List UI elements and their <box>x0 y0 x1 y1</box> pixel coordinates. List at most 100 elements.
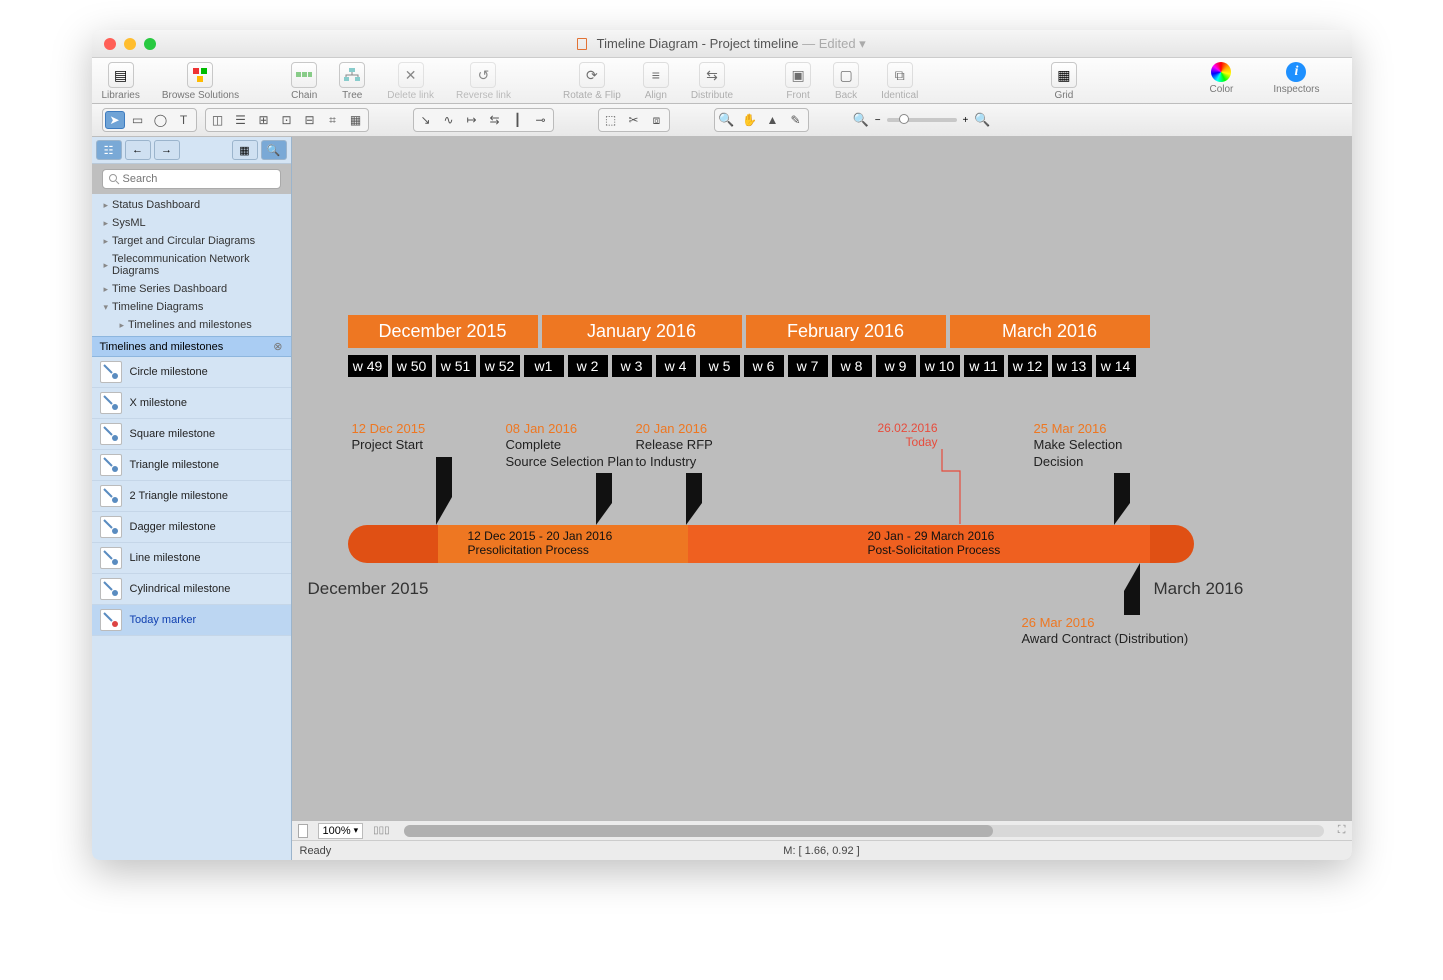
zoom-track[interactable] <box>887 118 957 122</box>
shape-tool-2[interactable]: ☰ <box>231 111 251 129</box>
pointer-tools: ➤ ▭ ◯ T <box>102 108 197 132</box>
week-1: w 50 <box>392 355 432 377</box>
shape-tool-7[interactable]: ▦ <box>346 111 366 129</box>
shape-tool-6[interactable]: ⌗ <box>323 111 343 129</box>
connector-tools: ↘ ∿ ↦ ⇆ ┃ ⊸ <box>413 108 554 132</box>
milestone-project-start: 12 Dec 2015 Project Start <box>352 421 426 454</box>
search-input[interactable] <box>102 169 281 189</box>
library-sidebar: ☷ ← → ▦ 🔍 Status Dashboard SysML Target … <box>92 137 292 860</box>
browse-solutions-button[interactable]: Browse Solutions <box>162 62 239 101</box>
shape-tool-1[interactable]: ◫ <box>208 111 228 129</box>
tree-item-sysml[interactable]: SysML <box>92 214 291 232</box>
zoom-slider[interactable]: 🔍 − + 🔍 <box>853 112 991 128</box>
week-4: w1 <box>524 355 564 377</box>
shape-tool-5[interactable]: ⊟ <box>300 111 320 129</box>
page-nav-icon[interactable] <box>298 824 308 838</box>
tab-fwd[interactable]: → <box>154 140 180 160</box>
rect-tool[interactable]: ▭ <box>128 111 148 129</box>
shape-line-milestone[interactable]: Line milestone <box>92 543 291 574</box>
week-7: w 4 <box>656 355 696 377</box>
tree-item-status-dashboard[interactable]: Status Dashboard <box>92 196 291 214</box>
tab-back[interactable]: ← <box>125 140 151 160</box>
shape-tool-3[interactable]: ⊞ <box>254 111 274 129</box>
align-button[interactable]: ≡Align <box>643 62 669 101</box>
identical-button[interactable]: ⧉Identical <box>881 62 918 101</box>
zoom-knob[interactable] <box>899 114 909 124</box>
zoom-value[interactable]: 100%▾ <box>318 823 364 839</box>
shape-icon <box>100 423 122 445</box>
reverse-link-button[interactable]: ↺Reverse link <box>456 62 511 101</box>
category-tree: Status Dashboard SysML Target and Circul… <box>92 194 291 336</box>
shape-cylindrical-milestone[interactable]: Cylindrical milestone <box>92 574 291 605</box>
milestone-complete-plan: 08 Jan 2016 Complete Source Selection Pl… <box>506 421 634 470</box>
shape-label: X milestone <box>130 397 187 409</box>
window-title: Timeline Diagram - Project timeline — Ed… <box>92 36 1352 52</box>
shape-tool-4[interactable]: ⊡ <box>277 111 297 129</box>
phase-1-label: 12 Dec 2015 - 20 Jan 2016 Presolicitatio… <box>468 529 613 558</box>
tree-item-timelines-milestones[interactable]: Timelines and milestones <box>92 316 291 334</box>
pencil-tool[interactable]: ✎ <box>786 111 806 129</box>
fit-icon[interactable]: ⛶ <box>1338 824 1346 837</box>
shape-dagger-milestone[interactable]: Dagger milestone <box>92 512 291 543</box>
tab-search[interactable]: 🔍 <box>261 140 287 160</box>
chain-button[interactable]: Chain <box>291 62 317 101</box>
back-button[interactable]: ▢Back <box>833 62 859 101</box>
stamp-tool[interactable]: ▲ <box>763 111 783 129</box>
horizontal-scrollbar[interactable] <box>404 825 1324 837</box>
tree-button[interactable]: Tree <box>339 62 365 101</box>
conn-2[interactable]: ∿ <box>439 111 459 129</box>
chain-icon <box>291 62 317 88</box>
hand-tool[interactable]: ✋ <box>740 111 760 129</box>
text-tool[interactable]: T <box>174 111 194 129</box>
shape-label: Dagger milestone <box>130 521 216 533</box>
front-button[interactable]: ▣Front <box>785 62 811 101</box>
zoom-tool[interactable]: 🔍 <box>717 111 737 129</box>
shape-2-triangle-milestone[interactable]: 2 Triangle milestone <box>92 481 291 512</box>
inspectors-button[interactable]: iInspectors <box>1273 62 1319 95</box>
distribute-button[interactable]: ⇆Distribute <box>691 62 733 101</box>
close-section-icon[interactable]: ⊗ <box>273 340 282 353</box>
grid-button[interactable]: ▦Grid <box>1051 62 1077 101</box>
ellipse-tool[interactable]: ◯ <box>151 111 171 129</box>
tree-item-target[interactable]: Target and Circular Diagrams <box>92 232 291 250</box>
shape-x-milestone[interactable]: X milestone <box>92 388 291 419</box>
zoom-in-icon[interactable]: 🔍 <box>974 112 990 128</box>
tree-item-telecom[interactable]: Telecommunication Network Diagrams <box>92 250 291 280</box>
conn-6[interactable]: ⊸ <box>531 111 551 129</box>
align-icon: ≡ <box>643 62 669 88</box>
document-icon <box>577 38 587 50</box>
sidebar-tabs: ☷ ← → ▦ 🔍 <box>92 137 291 164</box>
pointer-tool[interactable]: ➤ <box>105 111 125 129</box>
tree-item-timeline[interactable]: Timeline Diagrams <box>92 298 291 316</box>
delete-link-icon: ✕ <box>398 62 424 88</box>
conn-3[interactable]: ↦ <box>462 111 482 129</box>
edit-1[interactable]: ⬚ <box>601 111 621 129</box>
edit-3[interactable]: ⧈ <box>647 111 667 129</box>
shape-icon <box>100 516 122 538</box>
delete-link-button[interactable]: ✕Delete link <box>387 62 434 101</box>
page-tabs-icon[interactable]: ▯▯▯ <box>373 825 390 836</box>
tab-grid[interactable]: ▦ <box>232 140 258 160</box>
title-edited: — Edited ▾ <box>802 36 866 51</box>
canvas[interactable]: December 2015January 2016February 2016Ma… <box>292 137 1352 820</box>
week-11: w 8 <box>832 355 872 377</box>
week-10: w 7 <box>788 355 828 377</box>
shape-square-milestone[interactable]: Square milestone <box>92 419 291 450</box>
conn-1[interactable]: ↘ <box>416 111 436 129</box>
week-0: w 49 <box>348 355 388 377</box>
shape-label: Square milestone <box>130 428 216 440</box>
week-17: w 14 <box>1096 355 1136 377</box>
libraries-button[interactable]: ▤ Libraries <box>102 62 140 101</box>
tree-item-time-series[interactable]: Time Series Dashboard <box>92 280 291 298</box>
color-button[interactable]: Color <box>1209 62 1233 95</box>
conn-4[interactable]: ⇆ <box>485 111 505 129</box>
app-window: Timeline Diagram - Project timeline — Ed… <box>92 30 1352 860</box>
shape-triangle-milestone[interactable]: Triangle milestone <box>92 450 291 481</box>
shape-circle-milestone[interactable]: Circle milestone <box>92 357 291 388</box>
conn-5[interactable]: ┃ <box>508 111 528 129</box>
zoom-out-icon[interactable]: 🔍 <box>853 112 869 128</box>
edit-2[interactable]: ✂ <box>624 111 644 129</box>
rotate-flip-button[interactable]: ⟳Rotate & Flip <box>563 62 621 101</box>
shape-today-marker[interactable]: Today marker <box>92 605 291 636</box>
tab-shapes[interactable]: ☷ <box>96 140 122 160</box>
